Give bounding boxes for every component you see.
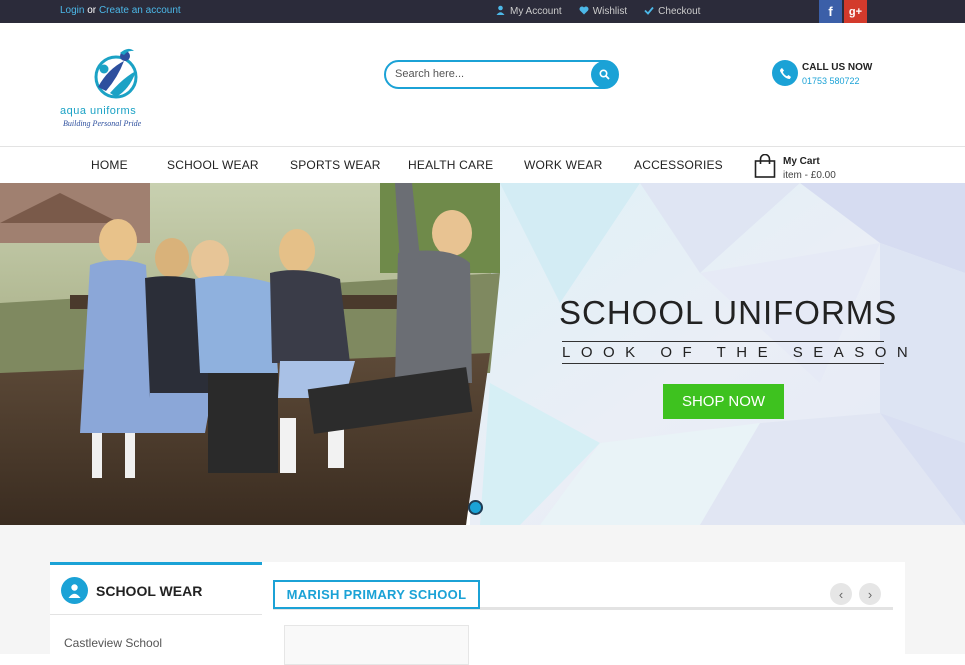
cart-label: My Cart [783, 156, 820, 167]
phone-number[interactable]: 01753 580722 [802, 76, 860, 86]
checkout-label: Checkout [658, 6, 701, 17]
brand-name: aqua uniforms [60, 105, 137, 117]
nav-item-health-care[interactable]: HEALTH CARE [408, 158, 493, 172]
tab-marish-primary-school[interactable]: MARISH PRIMARY SCHOOL [273, 580, 480, 609]
user-circle-icon [61, 577, 88, 604]
login-link[interactable]: Login [60, 5, 84, 16]
google-plus-icon[interactable]: g+ [844, 0, 867, 23]
logo-mark [94, 48, 138, 99]
slider-dot[interactable] [468, 500, 483, 515]
facebook-icon[interactable]: f [819, 0, 842, 23]
sidebar-item-castleview-school[interactable]: Castleview School [64, 636, 162, 650]
nav-item-sports-wear[interactable]: SPORTS WEAR [290, 158, 381, 172]
or-text: or [87, 5, 97, 16]
hero-title: SCHOOL UNIFORMS [559, 294, 898, 331]
sidebar-title: SCHOOL WEAR [96, 583, 203, 599]
my-account-label: My Account [510, 6, 562, 17]
nav-item-accessories[interactable]: ACCESSORIES [634, 158, 723, 172]
create-account-link[interactable]: Create an account [99, 5, 181, 16]
social-links: f g+ [819, 0, 867, 23]
search-box[interactable]: Search here... [384, 60, 619, 89]
sidebar-header: SCHOOL WEAR [50, 565, 262, 615]
check-icon [644, 6, 654, 18]
phone-icon [772, 60, 798, 86]
main-nav: HOME SCHOOL WEAR SPORTS WEAR HEALTH CARE… [0, 146, 965, 183]
logo[interactable]: aqua uniforms Building Personal Pride [58, 47, 168, 135]
wishlist-label: Wishlist [592, 6, 628, 17]
search-icon [599, 69, 610, 80]
heart-icon [579, 6, 589, 18]
cart-summary: item - £0.00 [783, 170, 836, 181]
auth-links: Login or Create an account [60, 5, 181, 16]
user-icon [496, 5, 505, 18]
checkout-link[interactable]: Checkout [644, 5, 700, 18]
category-sidebar: SCHOOL WEAR Castleview School [50, 562, 262, 662]
nav-item-school-wear[interactable]: SCHOOL WEAR [167, 158, 259, 172]
product-card[interactable] [284, 625, 469, 665]
nav-item-home[interactable]: HOME [91, 158, 128, 172]
brand-tagline: Building Personal Pride [63, 119, 142, 128]
top-bar: Login or Create an account My Account Wi… [0, 0, 965, 23]
wishlist-link[interactable]: Wishlist [579, 5, 627, 18]
hero-slider: SCHOOL UNIFORMS LOOK OF THE SEASON SHOP … [0, 183, 965, 525]
my-account-link[interactable]: My Account [496, 5, 562, 18]
shopping-bag-icon [754, 154, 776, 178]
call-us-label: CALL US NOW [802, 62, 873, 73]
prev-arrow-button[interactable]: ‹ [830, 583, 852, 605]
search-input[interactable]: Search here... [395, 68, 464, 80]
site-header: aqua uniforms Building Personal Pride Se… [0, 23, 965, 146]
content-section: SCHOOL WEAR Castleview School MARISH PRI… [0, 525, 965, 665]
hero-subtitle: LOOK OF THE SEASON [562, 341, 908, 364]
next-arrow-button[interactable]: › [859, 583, 881, 605]
product-panel: MARISH PRIMARY SCHOOL ‹ › [262, 562, 905, 665]
search-button[interactable] [591, 61, 618, 88]
nav-item-work-wear[interactable]: WORK WEAR [524, 158, 602, 172]
shop-now-button[interactable]: SHOP NOW [663, 384, 784, 419]
account-links: My Account Wishlist Checkout [496, 5, 700, 18]
